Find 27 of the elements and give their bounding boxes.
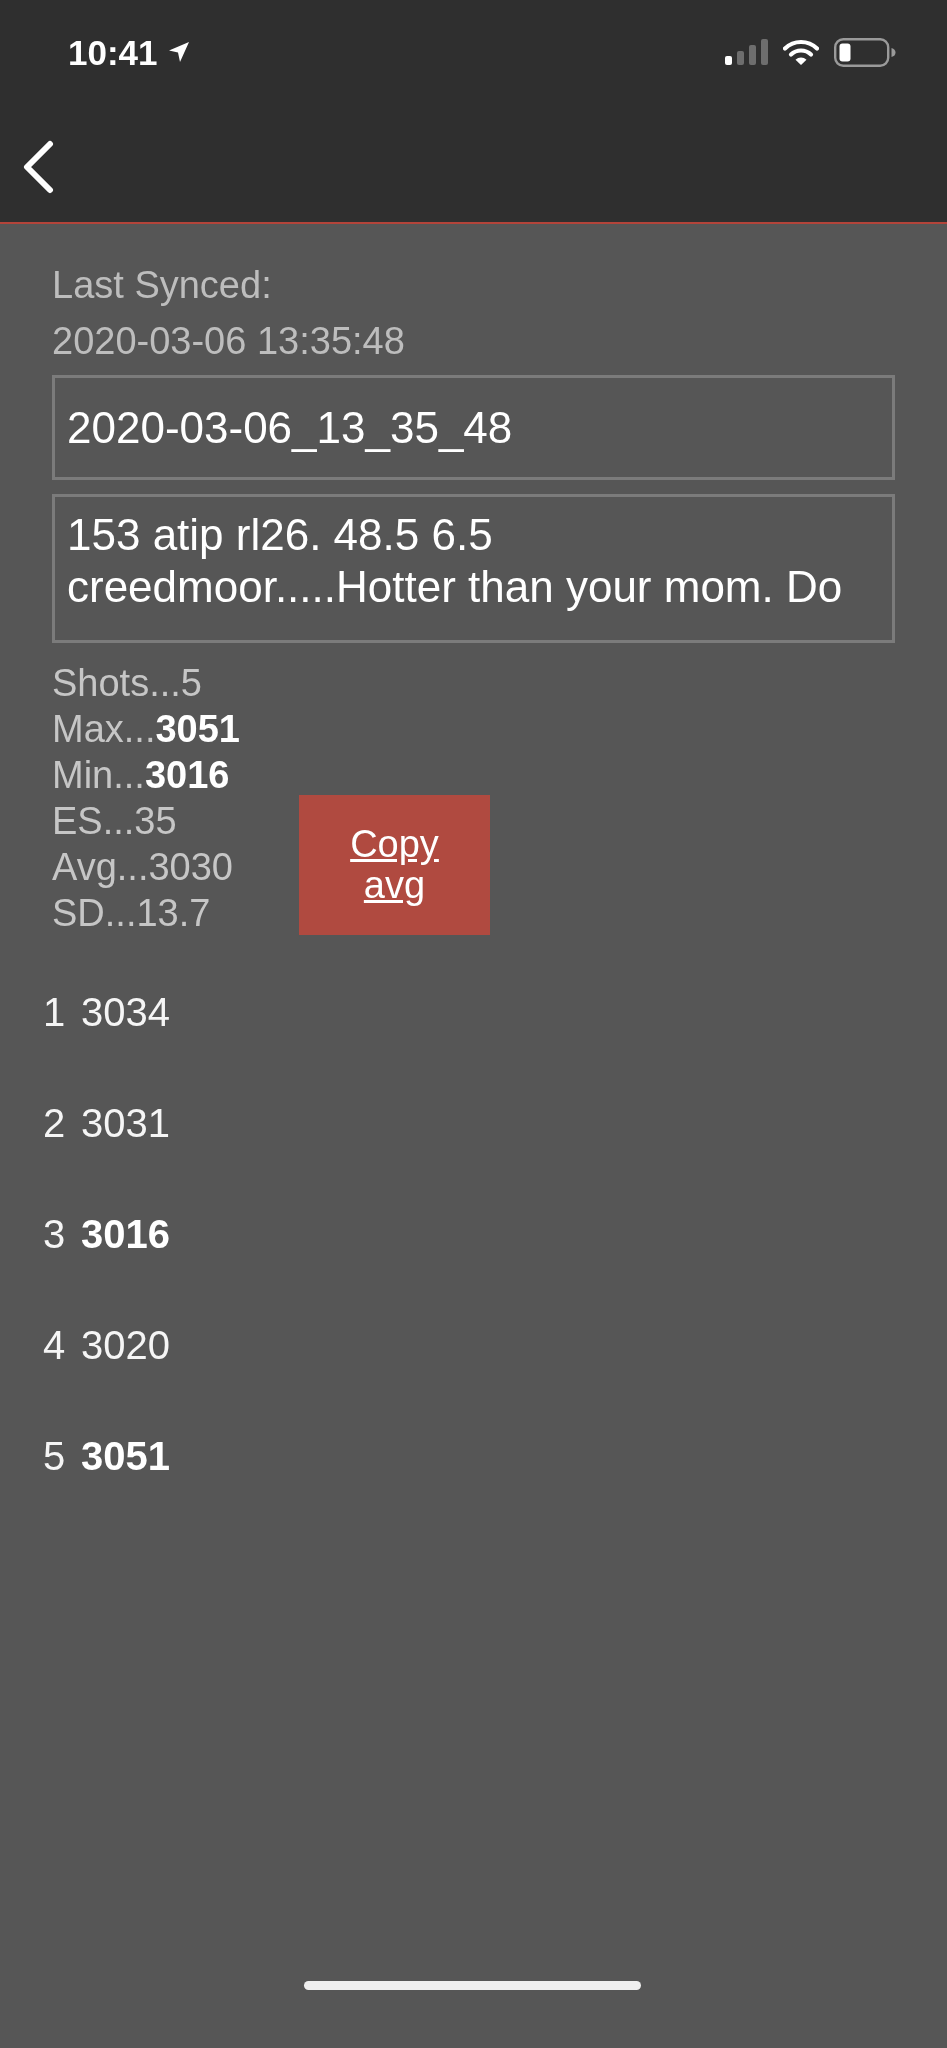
stat-line: Max...3051 — [52, 707, 241, 752]
stat-line: Min...3016 — [52, 753, 231, 798]
notes-field[interactable]: 153 atip rl26. 48.5 6.5 creedmoor.....Hotter than your mom. Do — [52, 494, 895, 643]
location-arrow-icon — [167, 41, 190, 63]
last-synced-label: Last Synced: — [52, 263, 273, 308]
shot-number: 4 — [43, 1321, 67, 1369]
last-synced-timestamp: 2020-03-06 13:35:48 — [52, 319, 406, 364]
back-icon[interactable] — [22, 140, 54, 194]
shot-velocity: 3051 — [81, 1432, 170, 1480]
battery-icon — [834, 37, 896, 67]
copy-avg-button[interactable]: Copy avg — [299, 795, 490, 935]
shot-velocity: 3031 — [81, 1099, 170, 1147]
shot-number: 5 — [43, 1432, 67, 1480]
stat-line: Shots...5 — [52, 661, 203, 706]
stat-line: SD...13.7 — [52, 891, 212, 936]
status-time: 10:41 — [68, 34, 158, 70]
wifi-icon — [783, 38, 819, 66]
shot-number: 1 — [43, 988, 67, 1036]
shot-velocity: 3016 — [81, 1210, 170, 1258]
stat-line: ES...35 — [52, 799, 178, 844]
shot-velocity: 3034 — [81, 988, 170, 1036]
shot-velocity: 3020 — [81, 1321, 170, 1369]
signal-icon — [725, 39, 768, 65]
shot-number: 3 — [43, 1210, 67, 1258]
shot-number: 2 — [43, 1099, 67, 1147]
stat-line: Avg...3030 — [52, 845, 234, 890]
session-name-field[interactable]: 2020-03-06_13_35_48 — [52, 375, 895, 480]
